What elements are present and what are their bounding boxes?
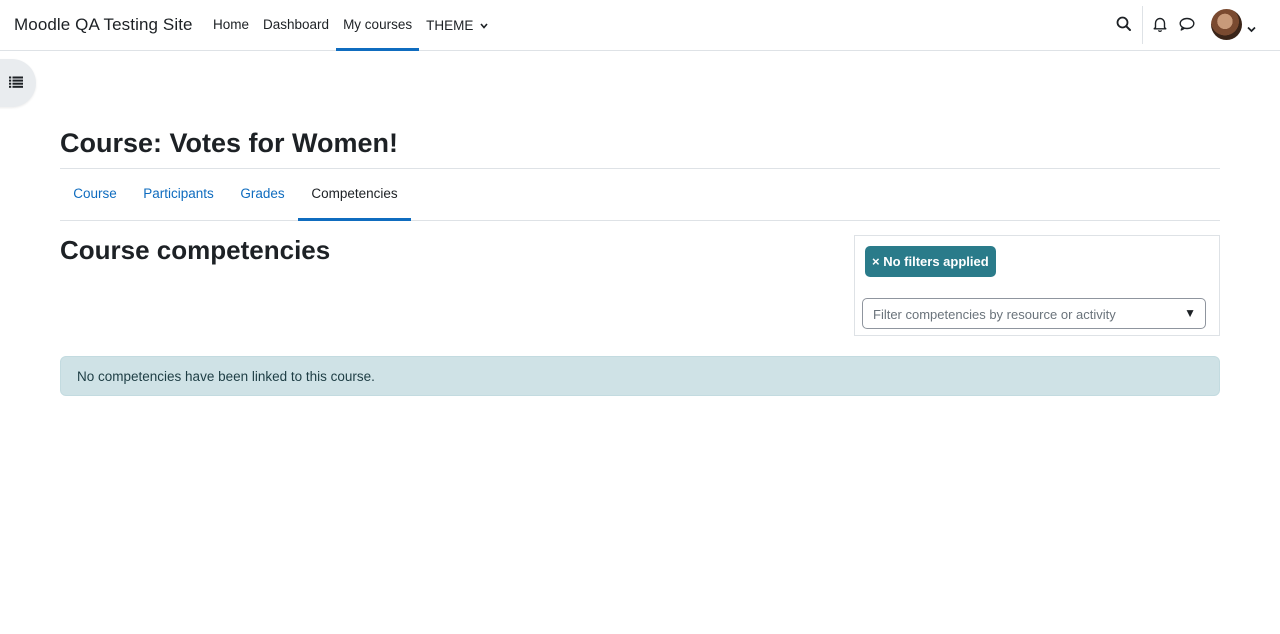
list-icon xyxy=(9,76,23,88)
tab-participants[interactable]: Participants xyxy=(130,169,227,220)
tab-label: Participants xyxy=(143,186,214,201)
message-icon[interactable] xyxy=(1178,15,1198,35)
tab-label: Grades xyxy=(240,186,285,201)
tab-grades[interactable]: Grades xyxy=(227,169,298,220)
nav-item-my-courses[interactable]: My courses xyxy=(336,0,420,51)
dropdown-arrow-icon[interactable]: ▼ xyxy=(1184,306,1196,320)
primary-navigation: Home Dashboard My courses THEME xyxy=(206,0,495,51)
clear-filters-badge[interactable]: × No filters applied xyxy=(865,246,996,277)
site-name[interactable]: Moodle QA Testing Site xyxy=(14,15,193,35)
nav-item-label: Dashboard xyxy=(263,17,330,32)
navbar-divider xyxy=(1142,6,1143,44)
alert-message: No competencies have been linked to this… xyxy=(77,369,375,384)
top-navbar: Moodle QA Testing Site Home Dashboard My… xyxy=(0,0,1280,51)
secondary-navigation: Course Participants Grades Competencies xyxy=(60,169,1220,221)
bell-icon[interactable] xyxy=(1151,15,1171,35)
nav-item-theme[interactable]: THEME xyxy=(419,0,495,50)
nav-item-dashboard[interactable]: Dashboard xyxy=(256,0,336,50)
nav-item-label: Home xyxy=(213,17,250,32)
nav-item-label: My courses xyxy=(343,17,413,32)
filter-placeholder: Filter competencies by resource or activ… xyxy=(873,307,1116,322)
user-avatar[interactable] xyxy=(1211,9,1242,40)
tab-label: Course xyxy=(73,186,117,201)
nav-item-home[interactable]: Home xyxy=(206,0,256,50)
competency-filter-input[interactable]: Filter competencies by resource or activ… xyxy=(862,298,1206,329)
chevron-down-icon[interactable] xyxy=(1247,20,1256,38)
course-index-toggle[interactable] xyxy=(0,59,36,107)
competency-filter-panel: × No filters applied Filter competencies… xyxy=(854,235,1220,336)
info-alert: No competencies have been linked to this… xyxy=(60,356,1220,396)
section-title: Course competencies xyxy=(60,235,331,265)
chevron-down-icon xyxy=(480,17,488,32)
search-icon[interactable] xyxy=(1115,15,1135,35)
tab-competencies[interactable]: Competencies xyxy=(298,169,411,221)
nav-item-label: THEME xyxy=(426,18,474,33)
tab-label: Competencies xyxy=(311,186,398,201)
tab-course[interactable]: Course xyxy=(60,169,130,220)
page-title: Course: Votes for Women! xyxy=(60,128,399,158)
